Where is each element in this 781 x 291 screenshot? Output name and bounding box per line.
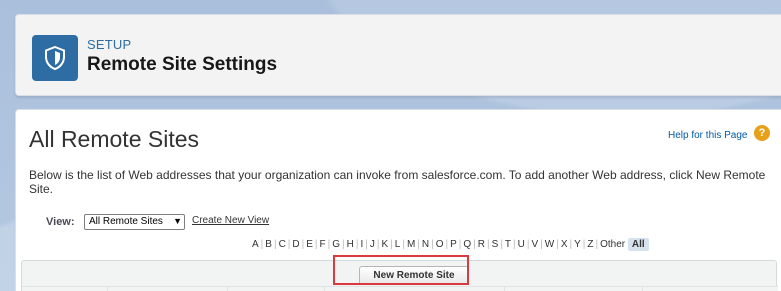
alpha-filter-p[interactable]: P bbox=[450, 239, 457, 250]
alpha-separator: | bbox=[402, 239, 405, 250]
page-title: Remote Site Settings bbox=[87, 54, 278, 75]
alpha-separator: | bbox=[376, 239, 380, 250]
alpha-filter-j[interactable]: J bbox=[370, 239, 375, 250]
alphabet-filter: A | B | C | D | E | F | G | H | I | J | K | L | M | N | O | P | Q | R | S | T |… bbox=[252, 238, 649, 251]
alpha-filter-d[interactable]: D bbox=[292, 239, 299, 250]
alpha-separator: | bbox=[342, 239, 345, 250]
alpha-filter-l[interactable]: L bbox=[395, 239, 401, 250]
question-icon[interactable]: ? bbox=[754, 125, 770, 141]
shield-icon bbox=[45, 46, 65, 70]
alpha-separator: | bbox=[569, 239, 573, 250]
alpha-filter-x[interactable]: X bbox=[561, 239, 568, 250]
setup-breadcrumb[interactable]: SETUP bbox=[87, 37, 131, 52]
column-divider bbox=[504, 287, 505, 291]
alpha-filter-s[interactable]: S bbox=[492, 239, 499, 250]
help-link[interactable]: Help for this Page bbox=[668, 130, 748, 141]
page-description: Below is the list of Web addresses that … bbox=[29, 168, 766, 196]
alpha-separator: | bbox=[365, 239, 368, 250]
alpha-separator: | bbox=[582, 239, 586, 250]
column-divider bbox=[107, 287, 108, 291]
highlight-annotation bbox=[333, 255, 469, 285]
create-new-view-link[interactable]: Create New View bbox=[192, 215, 269, 226]
alpha-filter-k[interactable]: K bbox=[381, 239, 388, 250]
alpha-filter-n[interactable]: N bbox=[422, 239, 429, 250]
alpha-filter-b[interactable]: B bbox=[265, 239, 272, 250]
alpha-separator: | bbox=[314, 239, 318, 250]
alpha-filter-q[interactable]: Q bbox=[463, 239, 471, 250]
alpha-filter-h[interactable]: H bbox=[347, 239, 354, 250]
alpha-filter-g[interactable]: G bbox=[332, 239, 340, 250]
alpha-separator: | bbox=[273, 239, 277, 250]
alpha-separator: | bbox=[287, 239, 291, 250]
column-divider bbox=[324, 287, 325, 291]
alpha-filter-all[interactable]: All bbox=[627, 238, 649, 251]
alpha-separator: | bbox=[431, 239, 434, 250]
alpha-filter-z[interactable]: Z bbox=[587, 239, 593, 250]
alpha-filter-y[interactable]: Y bbox=[574, 239, 581, 250]
alpha-filter-u[interactable]: U bbox=[518, 239, 525, 250]
alpha-separator: | bbox=[513, 239, 516, 250]
view-label: View: bbox=[46, 216, 75, 228]
view-select[interactable]: All Remote Sites ▼ bbox=[84, 214, 185, 230]
alpha-separator: | bbox=[260, 239, 264, 250]
alpha-filter-o[interactable]: O bbox=[436, 239, 444, 250]
alpha-separator: | bbox=[445, 239, 449, 250]
alpha-filter-t[interactable]: T bbox=[505, 239, 511, 250]
alpha-filter-c[interactable]: C bbox=[279, 239, 286, 250]
page-header: SETUP Remote Site Settings bbox=[15, 14, 781, 96]
alpha-filter-other[interactable]: Other bbox=[600, 239, 625, 250]
chevron-down-icon: ▼ bbox=[173, 216, 182, 226]
alpha-filter-w[interactable]: W bbox=[545, 239, 554, 250]
alpha-separator: | bbox=[595, 239, 599, 250]
alpha-filter-v[interactable]: V bbox=[531, 239, 538, 250]
alpha-separator: | bbox=[390, 239, 393, 250]
alpha-separator: | bbox=[556, 239, 559, 250]
alpha-separator: | bbox=[500, 239, 503, 250]
alpha-filter-m[interactable]: M bbox=[407, 239, 415, 250]
alpha-separator: | bbox=[355, 239, 359, 250]
alpha-separator: | bbox=[458, 239, 462, 250]
alpha-filter-r[interactable]: R bbox=[478, 239, 485, 250]
alpha-separator: | bbox=[487, 239, 490, 250]
alpha-separator: | bbox=[327, 239, 331, 250]
alpha-separator: | bbox=[301, 239, 305, 250]
column-divider bbox=[227, 287, 228, 291]
alpha-filter-i[interactable]: I bbox=[360, 239, 363, 250]
alpha-separator: | bbox=[417, 239, 420, 250]
alpha-filter-e[interactable]: E bbox=[306, 239, 313, 250]
alpha-separator: | bbox=[526, 239, 530, 250]
alpha-separator: | bbox=[473, 239, 476, 250]
view-select-value: All Remote Sites bbox=[89, 216, 163, 227]
alpha-filter-a[interactable]: A bbox=[252, 239, 259, 250]
alpha-filter-f[interactable]: F bbox=[320, 239, 326, 250]
section-title: All Remote Sites bbox=[29, 126, 200, 152]
table-header-row bbox=[22, 286, 778, 291]
setup-shield-icon bbox=[32, 35, 78, 81]
alpha-separator: | bbox=[540, 239, 543, 250]
column-divider bbox=[642, 287, 643, 291]
